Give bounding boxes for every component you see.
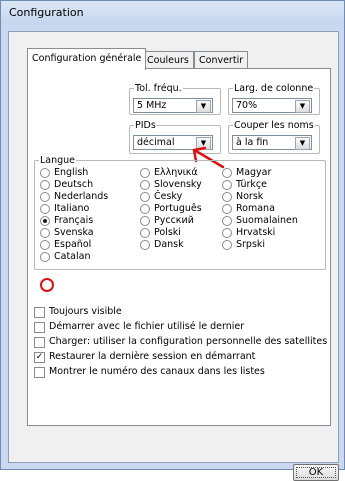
tab-configuration-generale[interactable]: Configuration générale [27,48,147,70]
radio-label: Hrvatski [236,227,276,238]
tol-frequ-label: Tol. fréqu. [135,83,182,94]
radio-label: Norsk [236,191,264,202]
tol-frequ-select[interactable]: 5 MHz ▼ [133,98,213,113]
red-circle-annotation-icon [40,278,54,292]
larg-colonne-value: 70% [236,100,258,111]
checkbox-unchecked-icon[interactable] [34,337,45,348]
radio-label: Dansk [154,239,184,250]
checkbox-unchecked-icon[interactable] [34,307,45,318]
checkbox-label: Charger: utiliser la configuration perso… [49,336,328,347]
radio-button-icon[interactable] [40,216,50,226]
tab-panel-configuration-generale: Tol. fréqu. 5 MHz ▼ Larg. de colonne 70%… [27,68,331,426]
radio-button-icon[interactable] [222,216,232,226]
checkbox-label: Restaurer la dernière session en démarra… [49,351,256,362]
pids-value: décimal [137,137,175,148]
tab-label: Configuration générale [32,53,142,64]
checkbox-unchecked-icon[interactable] [34,367,45,378]
radio-button-icon[interactable] [40,228,50,238]
radio-button-icon[interactable] [140,168,150,178]
radio-label: Italiano [54,203,90,214]
radio-label: Русский [154,215,194,226]
radio-button-icon[interactable] [40,192,50,202]
radio-label: Romana [236,203,275,214]
larg-colonne-select[interactable]: 70% ▼ [232,98,312,113]
radio-label: Türkçe [236,179,267,190]
checkbox-label: Démarrer avec le fichier utilisé le dern… [49,321,245,332]
window-title: Configuration [9,6,84,19]
radio-label: Polski [154,227,181,238]
radio-label: Svenska [54,227,94,238]
radio-label: Česky [154,191,183,202]
pids-label: PIDs [135,120,156,131]
radio-button-icon[interactable] [40,204,50,214]
radio-button-icon[interactable] [222,240,232,250]
tab-label: Convertir [199,55,244,66]
checkbox-label: Montrer le numéro des canaux dans les li… [49,366,265,377]
configuration-window: Configuration Configuration générale Cou… [0,0,345,481]
radio-button-icon[interactable] [40,252,50,262]
checkbox-label: Toujours visible [49,306,122,317]
radio-button-icon[interactable] [222,204,232,214]
radio-label: Español [54,239,92,250]
checkbox-checked-icon[interactable]: ✓ [34,352,45,363]
radio-button-icon[interactable] [222,180,232,190]
radio-button-icon[interactable] [40,240,50,250]
radio-label: Português [154,203,202,214]
radio-label: English [54,167,89,178]
radio-button-icon[interactable] [222,168,232,178]
radio-button-icon[interactable] [222,228,232,238]
larg-colonne-label: Larg. de colonne [234,83,314,94]
ok-button-focus-rect [296,467,336,478]
radio-label: Nederlands [54,191,109,202]
radio-button-icon[interactable] [222,192,232,202]
chevron-down-icon[interactable]: ▼ [295,100,310,113]
title-bar[interactable]: Configuration [1,1,344,25]
radio-button-icon[interactable] [140,192,150,202]
radio-label: Catalan [54,251,91,262]
radio-button-icon[interactable] [140,216,150,226]
langue-label: Langue [40,155,76,166]
tol-frequ-value: 5 MHz [137,100,167,111]
checkbox-unchecked-icon[interactable] [34,322,45,333]
radio-button-icon[interactable] [40,168,50,178]
radio-label: Magyar [236,167,272,178]
radio-label: Srpski [236,239,266,250]
radio-label: Suomalainen [236,215,298,226]
dialog-client-area: Configuration générale Couleurs Converti… [8,31,339,481]
radio-button-icon[interactable] [140,180,150,190]
radio-label: Slovensky [154,179,202,190]
radio-button-icon[interactable] [140,228,150,238]
couper-noms-label: Couper les noms [234,120,314,131]
radio-button-icon[interactable] [140,204,150,214]
radio-label: Ελληνικά [154,167,198,178]
tab-label: Couleurs [147,55,189,66]
red-circle [40,278,54,292]
radio-label: Deutsch [54,179,94,190]
radio-button-icon[interactable] [140,240,150,250]
chevron-down-icon[interactable]: ▼ [295,137,310,150]
radio-label: Français [54,215,94,226]
radio-button-icon[interactable] [40,180,50,190]
chevron-down-icon[interactable]: ▼ [196,100,211,113]
couper-noms-select[interactable]: à la fin ▼ [232,135,312,150]
couper-noms-value: à la fin [236,137,269,148]
ok-button[interactable]: OK [293,464,339,481]
